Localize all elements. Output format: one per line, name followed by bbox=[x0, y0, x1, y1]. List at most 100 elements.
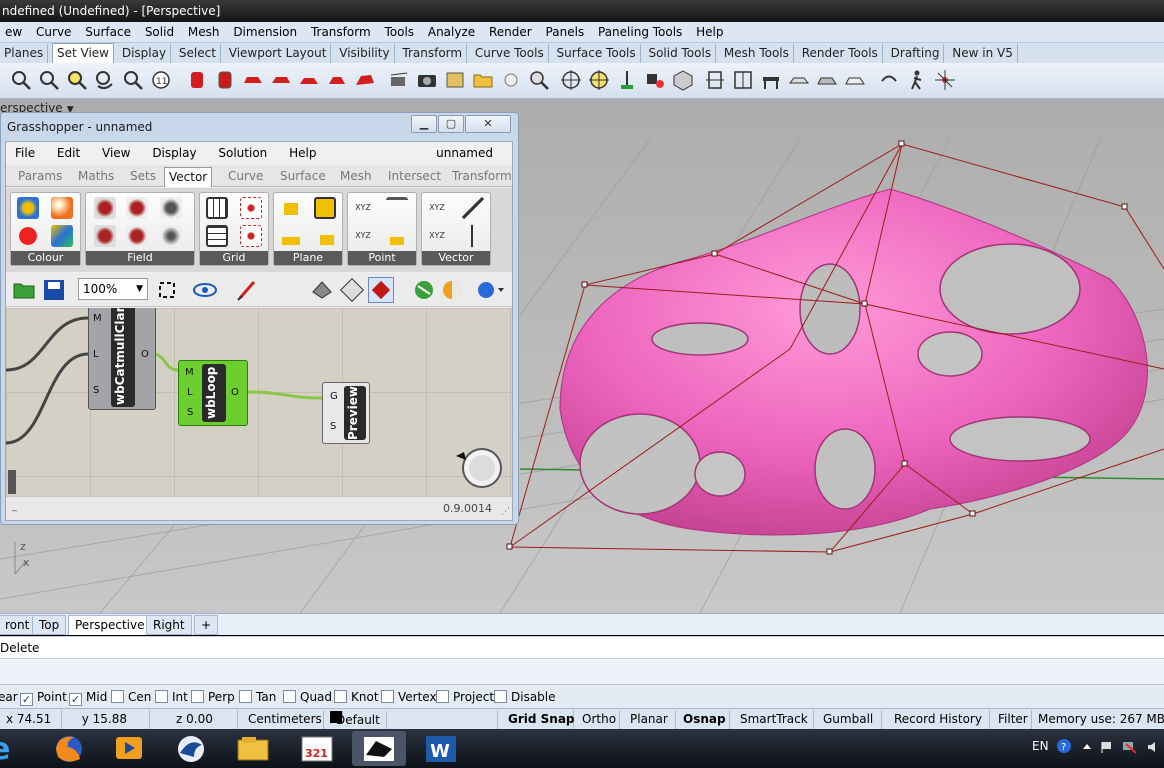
checkbox[interactable] bbox=[381, 690, 394, 703]
zoom-in-icon[interactable] bbox=[122, 69, 144, 91]
grid-populate-icon[interactable] bbox=[240, 197, 262, 219]
record-history-toggle[interactable]: Record History bbox=[882, 710, 990, 729]
grid-rect-icon[interactable] bbox=[206, 225, 228, 247]
field-break-icon[interactable] bbox=[126, 225, 148, 247]
checkbox[interactable] bbox=[494, 690, 507, 703]
calendar-icon[interactable]: 321 bbox=[290, 731, 344, 766]
network-icon[interactable] bbox=[1122, 740, 1138, 754]
gh-tab-transform[interactable]: Transform bbox=[448, 167, 516, 187]
construct-point-icon[interactable]: XYZ bbox=[352, 197, 374, 219]
tab-perspective[interactable]: Perspective bbox=[68, 615, 152, 635]
dimensions-icon[interactable] bbox=[644, 69, 666, 91]
car-left-icon[interactable] bbox=[242, 69, 264, 91]
group-label[interactable]: Colour bbox=[11, 251, 80, 265]
rotate-arrow-icon[interactable] bbox=[878, 69, 900, 91]
gh-menu-display[interactable]: Display bbox=[143, 142, 205, 164]
checkbox[interactable] bbox=[191, 690, 204, 703]
gumball-toggle[interactable]: Gumball bbox=[814, 710, 882, 729]
gh-tab-intersect[interactable]: Intersect bbox=[384, 167, 445, 187]
firefox-icon[interactable] bbox=[44, 731, 94, 766]
minimize-button[interactable]: ▁ bbox=[411, 115, 437, 133]
smarttrack-toggle[interactable]: SmartTrack bbox=[730, 710, 814, 729]
car-outline-icon[interactable] bbox=[844, 69, 866, 91]
menu-item-view[interactable]: ew bbox=[0, 22, 27, 42]
menu-item-surface[interactable]: Surface bbox=[80, 22, 136, 42]
gh-tab-sets[interactable]: Sets bbox=[126, 167, 160, 187]
group-label[interactable]: Vector bbox=[422, 251, 490, 265]
grasshopper-task-icon[interactable] bbox=[352, 731, 406, 766]
plane-icon[interactable] bbox=[616, 69, 638, 91]
zoom-selected-icon[interactable] bbox=[66, 69, 88, 91]
menu-item-analyze[interactable]: Analyze bbox=[423, 22, 480, 42]
crosshair-icon[interactable] bbox=[560, 69, 582, 91]
toolbar-tab-solid-tools[interactable]: Solid Tools bbox=[644, 44, 717, 63]
gh-tab-mesh[interactable]: Mesh bbox=[336, 167, 376, 187]
vector-amplitude-icon[interactable] bbox=[462, 225, 484, 247]
osnap-toggle[interactable]: Osnap bbox=[676, 710, 730, 729]
color-split-icon[interactable] bbox=[17, 225, 39, 247]
menu-item-help[interactable]: Help bbox=[691, 22, 728, 42]
osnap-cen[interactable]: Cen bbox=[111, 689, 151, 705]
color-cmyk-icon[interactable] bbox=[51, 225, 73, 247]
volume-icon[interactable] bbox=[1146, 740, 1160, 754]
grasshopper-window[interactable]: Grasshopper - unnamed ▁ ▢ ✕ File Edit Vi… bbox=[0, 112, 519, 525]
osnap-knot[interactable]: Knot bbox=[334, 689, 379, 705]
gumball-icon[interactable] bbox=[704, 69, 726, 91]
input-m[interactable]: M bbox=[185, 367, 194, 378]
menu-item-solid[interactable]: Solid bbox=[140, 22, 179, 42]
toolbar-tab-visibility[interactable]: Visibility bbox=[335, 44, 395, 63]
output-o[interactable]: O bbox=[141, 349, 149, 360]
car-side-icon[interactable] bbox=[816, 69, 838, 91]
gh-tab-curve[interactable]: Curve bbox=[224, 167, 267, 187]
toolbar-tab-viewport-layout[interactable]: Viewport Layout bbox=[225, 44, 332, 63]
layout-icon[interactable] bbox=[732, 69, 754, 91]
gh-menu-view[interactable]: View bbox=[93, 142, 139, 164]
cube-view-icon[interactable] bbox=[672, 69, 694, 91]
group-label[interactable]: Point bbox=[348, 251, 416, 265]
table-icon[interactable] bbox=[760, 69, 782, 91]
osnap-point[interactable]: ✓ Point bbox=[20, 689, 67, 706]
point-on-plane-icon[interactable] bbox=[386, 225, 408, 247]
checkbox[interactable] bbox=[111, 690, 124, 703]
menu-item-curve[interactable]: Curve bbox=[31, 22, 76, 42]
grid-snap-toggle[interactable]: Grid Snap bbox=[498, 710, 575, 729]
checkbox[interactable] bbox=[334, 690, 347, 703]
grid-random-icon[interactable] bbox=[240, 225, 262, 247]
gh-canvas[interactable]: M L S wbCatmullClar O M L S wbLoop O G S… bbox=[6, 308, 512, 496]
field-evaluate-icon[interactable] bbox=[160, 225, 182, 247]
set-camera-icon[interactable] bbox=[388, 69, 410, 91]
zoom-11-icon[interactable]: 11 bbox=[150, 69, 172, 91]
units-display[interactable]: Centimeters bbox=[238, 710, 324, 729]
gh-tab-vector[interactable]: Vector bbox=[164, 167, 213, 187]
scrollbar-thumb[interactable] bbox=[8, 470, 16, 494]
osnap-project[interactable]: Project bbox=[436, 689, 494, 705]
toolbar-tab-transform[interactable]: Transform bbox=[398, 44, 468, 63]
gh-menu-help[interactable]: Help bbox=[280, 142, 325, 164]
group-label[interactable]: Field bbox=[86, 251, 194, 265]
bake-icon[interactable] bbox=[412, 278, 436, 302]
preview-shaded-icon[interactable] bbox=[340, 278, 364, 302]
input-l[interactable]: L bbox=[93, 349, 99, 360]
zoom-extents-icon[interactable] bbox=[156, 279, 178, 301]
toolbar-tab-surface-tools[interactable]: Surface Tools bbox=[553, 44, 641, 63]
plane-origin-icon[interactable] bbox=[280, 197, 302, 219]
checkbox-checked[interactable]: ✓ bbox=[20, 693, 33, 706]
osnap-quad[interactable]: Quad bbox=[283, 689, 332, 705]
folder-icon[interactable] bbox=[472, 69, 494, 91]
component-wbloop[interactable]: M L S wbLoop O bbox=[178, 360, 248, 426]
tab-top[interactable]: Top bbox=[32, 615, 67, 635]
plane-xz-icon[interactable] bbox=[280, 225, 302, 247]
open-file-icon[interactable] bbox=[12, 278, 36, 302]
car-perspective-icon[interactable] bbox=[354, 69, 376, 91]
sketch-pen-icon[interactable] bbox=[236, 278, 260, 302]
toolbar-tab-display[interactable]: Display bbox=[118, 44, 172, 63]
menu-item-paneling-tools[interactable]: Paneling Tools bbox=[593, 22, 687, 42]
gh-menu-edit[interactable]: Edit bbox=[48, 142, 89, 164]
navigation-compass-icon[interactable] bbox=[454, 444, 506, 490]
osnap-near[interactable]: ear bbox=[0, 689, 18, 705]
toolbar-tab-mesh-tools[interactable]: Mesh Tools bbox=[720, 44, 794, 63]
walkabout-icon[interactable] bbox=[906, 69, 928, 91]
input-l[interactable]: L bbox=[187, 387, 193, 398]
toolbar-tab-drafting[interactable]: Drafting bbox=[887, 44, 945, 63]
explorer-icon[interactable] bbox=[226, 731, 280, 766]
